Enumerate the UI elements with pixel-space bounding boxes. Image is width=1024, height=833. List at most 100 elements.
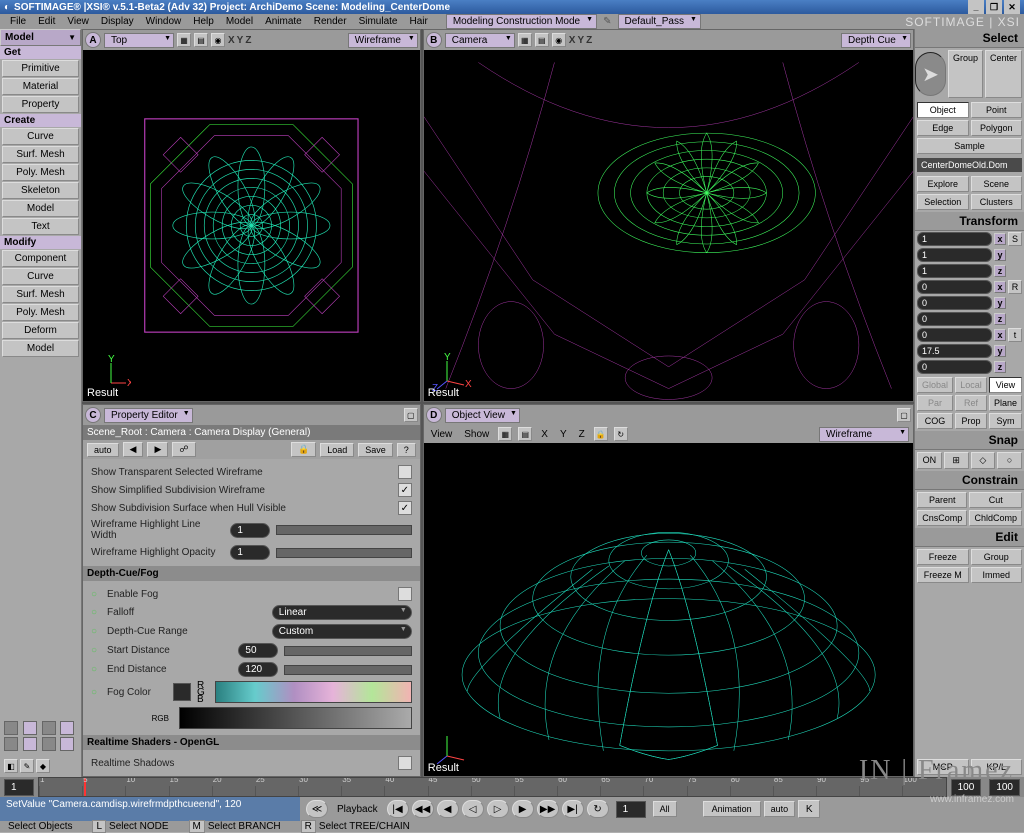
lock-icon[interactable]: 🔒 (291, 442, 316, 457)
ref-button[interactable]: Ref (955, 395, 987, 411)
plane-button[interactable]: Plane (989, 395, 1022, 411)
menu-simulate[interactable]: Simulate (353, 14, 404, 29)
xform-sy[interactable]: 1 (917, 248, 992, 262)
key-button[interactable]: K (798, 800, 820, 818)
camera-icon[interactable]: ▦ (177, 33, 191, 47)
xform-rx[interactable]: 0 (917, 280, 992, 294)
axis-x[interactable]: x (994, 233, 1006, 245)
load-button[interactable]: Load (320, 443, 354, 457)
menu-edit[interactable]: Edit (32, 14, 61, 29)
viewport-a-view-dropdown[interactable]: Top (104, 33, 174, 48)
prev-button[interactable]: ◀ (123, 442, 144, 457)
xform-ty[interactable]: 17.5 (917, 344, 992, 358)
show-menu[interactable]: Show (461, 429, 492, 440)
selection-button[interactable]: Selection (917, 194, 969, 210)
tool-icon[interactable]: ✎ (20, 759, 34, 773)
parent-button[interactable]: Parent (917, 492, 967, 508)
menu-animate[interactable]: Animate (259, 14, 308, 29)
menu-file[interactable]: File (4, 14, 32, 29)
viewport-letter-a[interactable]: A (85, 32, 101, 48)
tool-deform[interactable]: Deform (2, 322, 79, 339)
viewport-b-canvas[interactable]: XYZ Result (424, 50, 913, 401)
rgb-ramp[interactable] (179, 707, 412, 729)
tool-material[interactable]: Material (2, 78, 79, 95)
selected-object-name[interactable]: CenterDomeOld.Dom (917, 158, 1022, 172)
next-button[interactable]: ▶ (147, 442, 168, 457)
last-frame-button[interactable]: ▶| (562, 800, 584, 818)
xform-r-icon[interactable]: R (1008, 280, 1022, 294)
freeze-button[interactable]: Freeze (917, 549, 969, 565)
fog-color-swatch[interactable] (173, 683, 191, 701)
start-distance-slider[interactable] (284, 646, 411, 656)
viewport-layout-picker[interactable] (0, 717, 81, 755)
depth-cue-section[interactable]: Depth-Cue/Fog (83, 566, 420, 581)
axis-y[interactable]: y (994, 345, 1006, 357)
maximize-icon[interactable]: ▢ (404, 408, 418, 422)
viewport-b-mode-dropdown[interactable]: Depth Cue (841, 33, 911, 48)
snap-on-button[interactable]: ON (917, 452, 942, 469)
tool-skeleton[interactable]: Skeleton (2, 182, 79, 199)
group-edit-button[interactable]: Group (971, 549, 1023, 565)
play-back-button[interactable]: ◁ (462, 800, 484, 818)
clusters-button[interactable]: Clusters (971, 194, 1023, 210)
prop-value-field[interactable]: 1 (230, 545, 270, 560)
prev-frame-button[interactable]: ◀◀ (412, 800, 434, 818)
animation-button[interactable]: Animation (703, 801, 761, 817)
enable-fog-checkbox[interactable] (398, 587, 412, 601)
axis-z[interactable]: z (994, 313, 1006, 325)
local-button[interactable]: Local (955, 377, 987, 393)
xform-tz[interactable]: 0 (917, 360, 992, 374)
cursor-icon[interactable]: ➤ (915, 52, 946, 96)
axis-z[interactable]: z (994, 361, 1006, 373)
axis-y[interactable]: y (994, 297, 1006, 309)
menu-help[interactable]: Help (187, 14, 220, 29)
save-button[interactable]: Save (358, 443, 393, 457)
menu-hair[interactable]: Hair (403, 14, 433, 29)
tool-model[interactable]: Model (2, 340, 79, 357)
prop-slider[interactable] (276, 525, 411, 535)
prop-slider[interactable] (276, 548, 411, 558)
xform-tx[interactable]: 0 (917, 328, 992, 342)
cut-button[interactable]: Cut (969, 492, 1022, 508)
cnscomp-button[interactable]: CnsComp (917, 510, 967, 526)
construction-mode-dropdown[interactable]: Modeling Construction Mode (446, 14, 597, 29)
xform-ry[interactable]: 0 (917, 296, 992, 310)
tool-text[interactable]: Text (2, 218, 79, 235)
prop-checkbox[interactable] (398, 501, 412, 515)
xform-sx[interactable]: 1 (917, 232, 992, 246)
realtime-section[interactable]: Realtime Shaders - OpenGL (83, 735, 420, 750)
explore-button[interactable]: Explore (917, 176, 969, 192)
snap-icon[interactable]: ○ (997, 452, 1022, 469)
prev-key-button[interactable]: ≪ (306, 800, 328, 818)
axis-y[interactable]: y (994, 249, 1006, 261)
view-button[interactable]: View (989, 377, 1022, 393)
color-ramp[interactable] (215, 681, 412, 703)
timeline-end-field[interactable]: 100 (951, 779, 982, 796)
kpl-button[interactable]: KP/L (971, 759, 1023, 775)
xform-t-icon[interactable]: t (1008, 328, 1022, 342)
menu-render[interactable]: Render (308, 14, 353, 29)
viewport-a-canvas[interactable]: XY Result (83, 50, 420, 401)
timeline-start-field[interactable]: 1 (4, 779, 34, 796)
tool-poly--mesh[interactable]: Poly. Mesh (2, 164, 79, 181)
tool-icon[interactable]: ▤ (518, 427, 532, 441)
prop-checkbox[interactable] (398, 465, 412, 479)
play-button[interactable]: ▷ (487, 800, 509, 818)
scene-button[interactable]: Scene (971, 176, 1023, 192)
tool-poly--mesh[interactable]: Poly. Mesh (2, 304, 79, 321)
eye-icon[interactable]: ◉ (552, 33, 566, 47)
eye-icon[interactable]: ◉ (211, 33, 225, 47)
xform-sz[interactable]: 1 (917, 264, 992, 278)
edge-button[interactable]: Edge (917, 120, 969, 136)
step-back-button[interactable]: ◀ (437, 800, 459, 818)
view-menu[interactable]: View (428, 429, 456, 440)
tool-icon[interactable]: ▦ (498, 427, 512, 441)
pass-dropdown[interactable]: Default_Pass (618, 14, 701, 29)
menu-display[interactable]: Display (95, 14, 140, 29)
menu-view[interactable]: View (61, 14, 95, 29)
falloff-dropdown[interactable]: Linear (272, 605, 412, 620)
end-distance-slider[interactable] (284, 665, 411, 675)
loop-button[interactable]: ↻ (587, 800, 609, 818)
center-button[interactable]: Center (985, 50, 1022, 98)
viewport-letter-c[interactable]: C (85, 407, 101, 423)
